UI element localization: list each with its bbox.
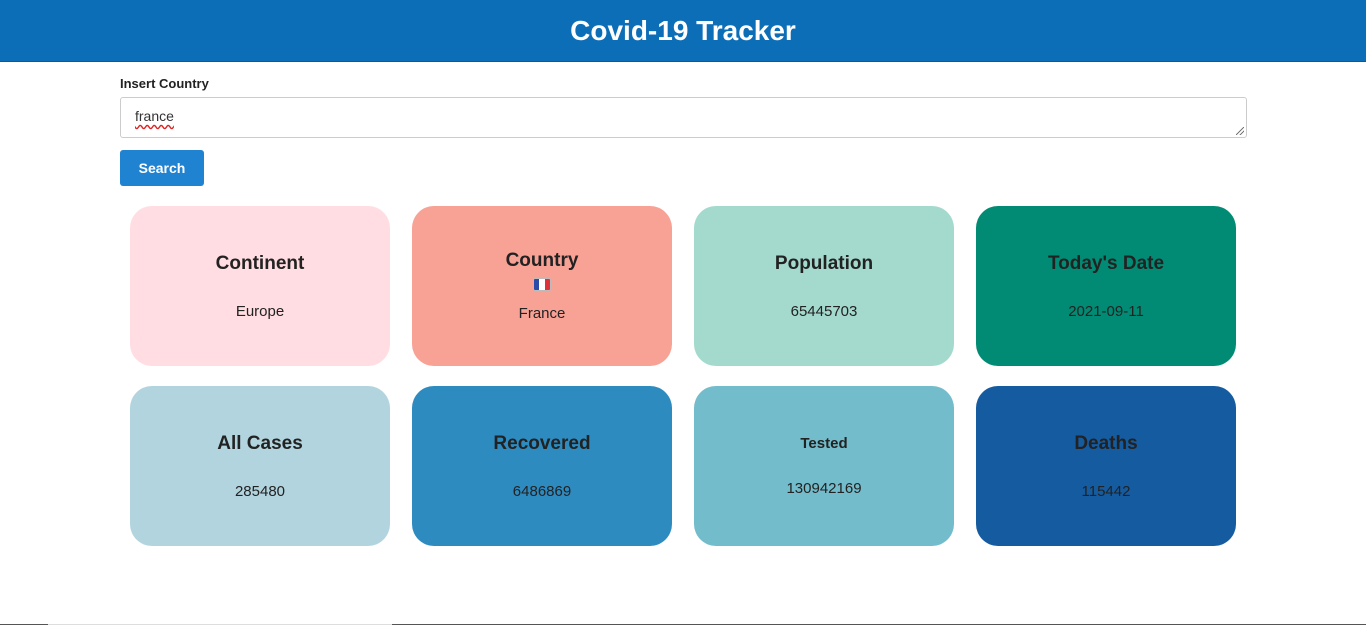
deaths-value: 115442 [1081, 482, 1131, 500]
population-value: 65445703 [790, 302, 858, 320]
deaths-card: Deaths 115442 [976, 386, 1236, 546]
continent-card: Continent Europe [130, 206, 390, 366]
app-header: Covid-19 Tracker [0, 0, 1366, 62]
cases-card: All Cases 285480 [130, 386, 390, 546]
date-value: 2021-09-11 [1068, 302, 1144, 320]
recovered-title: Recovered [493, 432, 591, 454]
country-value: France [518, 305, 566, 322]
country-input-value: france [135, 108, 174, 124]
country-card: Country France [412, 206, 672, 366]
date-title: Today's Date [1047, 252, 1165, 274]
country-input[interactable]: france [120, 97, 1247, 138]
cases-value: 285480 [234, 482, 286, 500]
country-title: Country [505, 250, 579, 271]
country-input-label: Insert Country [120, 76, 209, 91]
date-card: Today's Date 2021-09-11 [976, 206, 1236, 366]
continent-value: Europe [235, 302, 285, 320]
france-flag-icon [533, 278, 551, 291]
population-card: Population 65445703 [694, 206, 954, 366]
tested-value: 130942169 [786, 480, 862, 497]
tested-title: Tested [800, 435, 848, 452]
continent-title: Continent [215, 252, 305, 274]
deaths-title: Deaths [1074, 432, 1138, 454]
population-title: Population [774, 252, 874, 274]
tested-card: Tested 130942169 [694, 386, 954, 546]
page-title: Covid-19 Tracker [570, 14, 796, 46]
search-button[interactable]: Search [120, 150, 204, 186]
cases-title: All Cases [217, 432, 303, 454]
recovered-value: 6486869 [512, 482, 572, 500]
recovered-card: Recovered 6486869 [412, 386, 672, 546]
search-form: Insert Country france [120, 76, 1247, 138]
resize-grip-icon[interactable] [1236, 127, 1244, 135]
